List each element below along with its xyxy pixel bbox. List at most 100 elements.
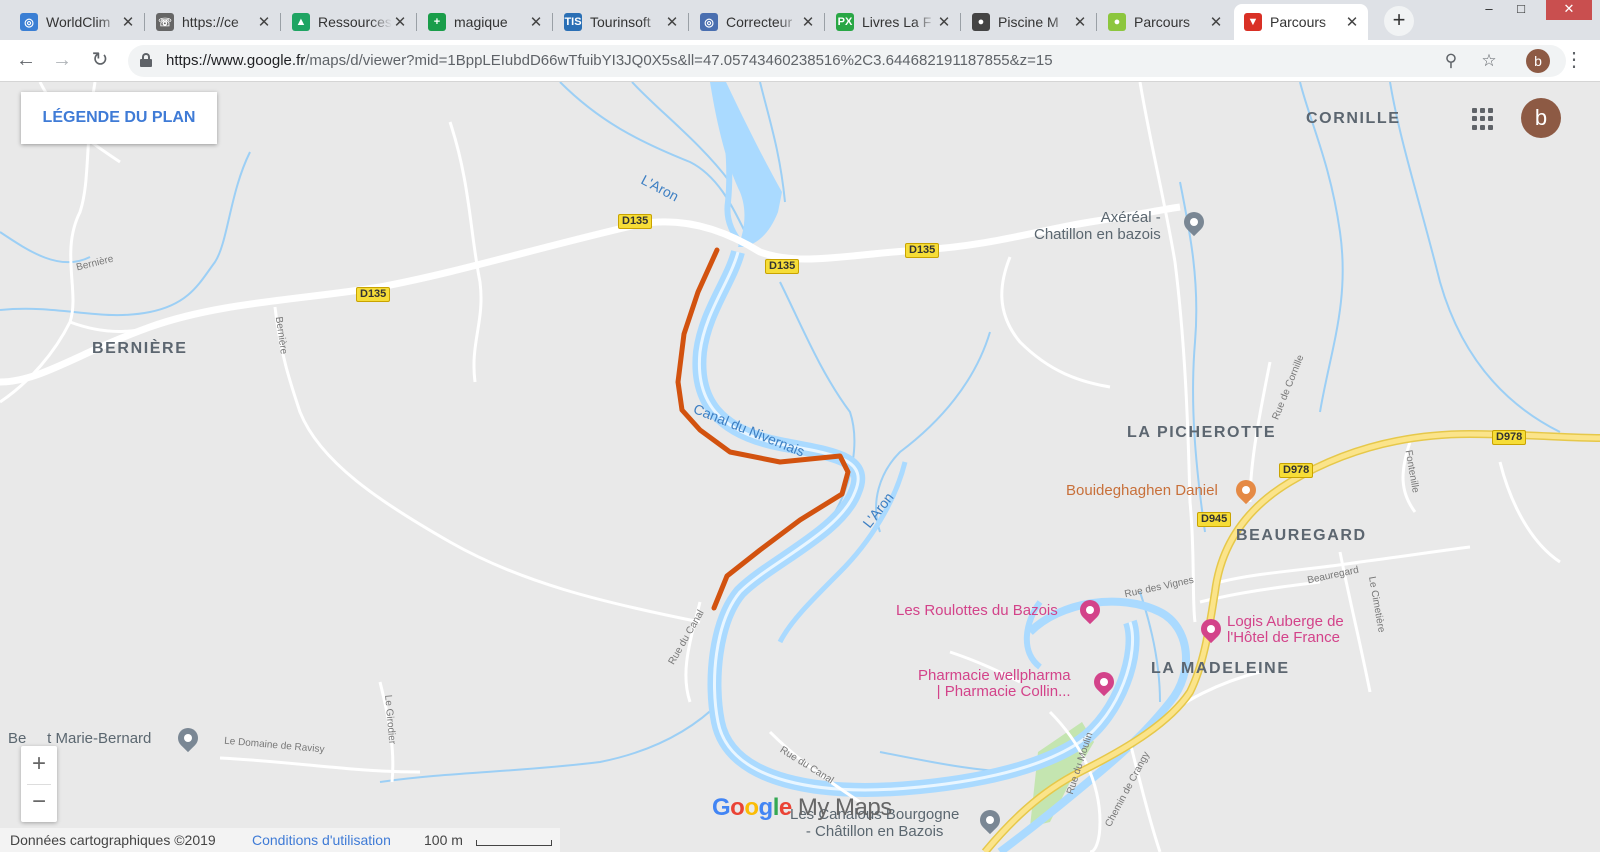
google-mymaps-logo: Google My Maps: [712, 794, 892, 822]
terms-link[interactable]: Conditions d'utilisation: [252, 832, 391, 848]
window-close-button[interactable]: ✕: [1546, 0, 1592, 20]
place-la-madeleine: LA MADELEINE: [1151, 660, 1290, 677]
map-footer: Données cartographiques ©2019 Conditions…: [0, 828, 560, 852]
tab-close-icon[interactable]: ✕: [392, 13, 408, 31]
browser-tab[interactable]: ◎ Correcteur ✕: [690, 4, 825, 40]
tab-title: Ressources: [318, 14, 392, 30]
tab-separator: [688, 13, 689, 31]
zoom-page-icon[interactable]: ⚲: [1440, 50, 1462, 72]
minimize-button[interactable]: –: [1474, 0, 1504, 20]
poi-pharmacie-line2: | Pharmacie Collin...: [936, 683, 1071, 700]
map-legend-button[interactable]: LÉGENDE DU PLAN: [21, 92, 217, 144]
tab-title: Parcours: [1134, 14, 1191, 30]
tab-favicon-icon: +: [428, 13, 446, 31]
address-bar[interactable]: https://www.google.fr/maps/d/viewer?mid=…: [128, 45, 1566, 77]
browser-profile-avatar[interactable]: b: [1526, 49, 1550, 73]
tab-separator: [144, 13, 145, 31]
shield-d945: D945: [1197, 512, 1232, 527]
browser-tab[interactable]: PX Livres La F ✕: [826, 4, 961, 40]
shield-d978-a: D978: [1492, 430, 1527, 445]
browser-tab[interactable]: ▲ Ressources ✕: [282, 4, 417, 40]
poi-axereal-line1: Axéréal -: [1100, 209, 1161, 226]
poi-logis-label: Logis Auberge de l'Hôtel de France: [1227, 614, 1344, 646]
tab-title: magique: [454, 14, 508, 30]
poi-marie-bernard-label: Be t Marie-Bernard: [8, 730, 152, 747]
tab-close-icon[interactable]: ✕: [800, 13, 816, 31]
tab-favicon-icon: ▲: [292, 13, 310, 31]
tab-close-icon[interactable]: ✕: [256, 13, 272, 31]
tab-separator: [1096, 13, 1097, 31]
url-host: https://www.google.fr: [166, 52, 306, 69]
account-avatar[interactable]: b: [1521, 98, 1561, 138]
tab-title: Correcteur: [726, 14, 793, 30]
tab-separator: [416, 13, 417, 31]
browser-tab[interactable]: TIS Tourinsoft ✕: [554, 4, 689, 40]
streams: [0, 82, 1561, 783]
browser-tab[interactable]: ☏ https://ce ✕: [146, 4, 281, 40]
tab-title: Piscine M: [998, 14, 1059, 30]
scale-bar: [476, 840, 552, 846]
tab-separator: [280, 13, 281, 31]
shield-d978-b: D978: [1279, 463, 1314, 478]
apps-grid-icon[interactable]: [1472, 108, 1494, 130]
shield-d135-a: D135: [618, 214, 653, 229]
browser-tab[interactable]: ● Piscine M ✕: [962, 4, 1097, 40]
reload-icon[interactable]: ↻: [88, 49, 112, 73]
zoom-divider: [27, 784, 51, 785]
shield-d135-c: D135: [905, 243, 940, 258]
map-attribution: Données cartographiques ©2019: [10, 832, 216, 848]
mymaps-text: My Maps: [791, 794, 892, 821]
browser-tab[interactable]: ◎ WorldClim ✕: [10, 4, 145, 40]
star-icon[interactable]: ☆: [1478, 50, 1500, 72]
shield-d135-b: D135: [765, 259, 800, 274]
shield-d135-d: D135: [356, 287, 391, 302]
zoom-out-button[interactable]: −: [21, 784, 57, 822]
tab-favicon-icon: ◎: [20, 13, 38, 31]
poi-roulottes-label: Les Roulottes du Bazois: [896, 602, 1058, 619]
maximize-button[interactable]: □: [1506, 0, 1536, 20]
map-canvas[interactable]: CORNILLE BERNIÈRE LA PICHEROTTE BEAUREGA…: [0, 82, 1600, 852]
place-berniere: BERNIÈRE: [92, 340, 188, 357]
tab-favicon-icon: PX: [836, 13, 854, 31]
zoom-control: + −: [21, 746, 57, 822]
tab-title: WorldClim: [46, 14, 111, 30]
back-icon[interactable]: ←: [14, 49, 38, 73]
forward-icon[interactable]: →: [50, 49, 74, 73]
tab-title: Livres La F: [862, 14, 932, 30]
poi-logis-line1: Logis Auberge de: [1227, 613, 1344, 630]
google-logo-text: Google: [712, 794, 792, 821]
url-path: /maps/d/viewer?mid=1BppLEIubdD66wTfuibYI…: [305, 52, 1053, 69]
tab-close-icon[interactable]: ✕: [664, 13, 680, 31]
place-la-picherotte: LA PICHEROTTE: [1127, 424, 1277, 441]
poi-canalous-line2: - Châtillon en Bazois: [805, 823, 944, 840]
browser-tab[interactable]: + magique ✕: [418, 4, 553, 40]
tab-favicon-icon: ●: [1108, 13, 1126, 31]
browser-tab[interactable]: ● Parcours ✕: [1098, 4, 1232, 40]
tab-separator: [960, 13, 961, 31]
scale-label[interactable]: 100 m: [424, 832, 463, 848]
tab-close-icon[interactable]: ✕: [528, 13, 544, 31]
tab-favicon-icon: TIS: [564, 13, 582, 31]
browser-tab[interactable]: ▼ Parcours ✕: [1234, 4, 1368, 40]
place-beauregard: BEAUREGARD: [1236, 527, 1367, 544]
browser-toolbar: ← → ↻ https://www.google.fr/maps/d/viewe…: [0, 40, 1600, 82]
tab-title: https://ce: [182, 14, 239, 30]
tab-close-icon[interactable]: ✕: [1208, 13, 1224, 31]
poi-axereal-label: Axéréal - Chatillon en bazois: [1034, 209, 1161, 243]
poi-axereal-line2: Chatillon en bazois: [1034, 226, 1161, 243]
tab-close-icon[interactable]: ✕: [936, 13, 952, 31]
tab-close-icon[interactable]: ✕: [1344, 13, 1360, 31]
poi-bouideghaghen-label: Bouideghaghen Daniel: [1066, 482, 1218, 499]
tab-strip: ◎ WorldClim ✕ ☏ https://ce ✕ ▲ Ressources ✕ + magi…: [0, 0, 1600, 40]
new-tab-button[interactable]: +: [1384, 6, 1414, 36]
tab-close-icon[interactable]: ✕: [1072, 13, 1088, 31]
poi-pharmacie-line1: Pharmacie wellpharma: [918, 667, 1071, 684]
lock-icon: [140, 53, 152, 67]
tab-title: Parcours: [1270, 14, 1327, 30]
place-cornille: CORNILLE: [1306, 110, 1401, 127]
url-text[interactable]: https://www.google.fr/maps/d/viewer?mid=…: [166, 52, 1053, 69]
tab-close-icon[interactable]: ✕: [120, 13, 136, 31]
menu-dots-icon[interactable]: ⋮: [1564, 49, 1584, 73]
tab-separator: [552, 13, 553, 31]
zoom-in-button[interactable]: +: [21, 746, 57, 784]
